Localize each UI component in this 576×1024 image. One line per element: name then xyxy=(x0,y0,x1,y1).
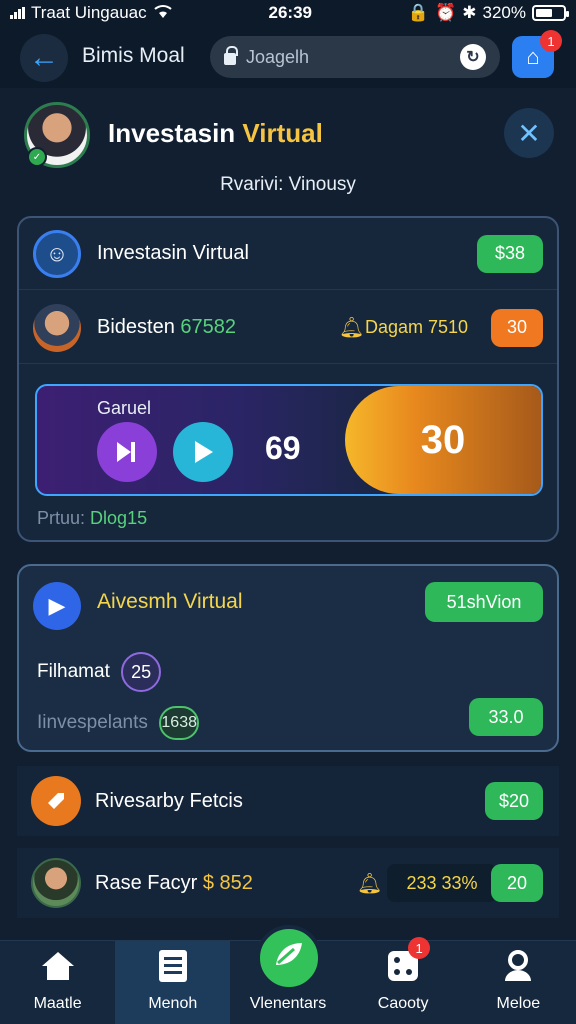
signal-icon xyxy=(10,7,25,19)
home-icon xyxy=(37,945,79,987)
tag-icon xyxy=(31,776,81,826)
reload-icon[interactable]: ↻ xyxy=(460,44,486,70)
card-line: Iinvespelants 1638 xyxy=(37,706,200,740)
nav-title: Bimis Moal xyxy=(82,44,185,67)
bottom-nav: Maatle Menoh Vlenentars 1 Caooty Meloe xyxy=(0,925,576,1024)
list-item[interactable]: Rivesarby Fetcis $20 xyxy=(17,766,559,836)
promo-banner[interactable]: Garuel 69 30 xyxy=(35,384,543,496)
amount-button[interactable]: $38 xyxy=(477,234,543,273)
main-panel: ✓ Investasin Virtual ✕ Rvarivi: Vinousy … xyxy=(0,88,576,940)
clock: 26:39 xyxy=(268,3,312,22)
online-badge-icon: ✓ xyxy=(27,147,47,167)
user-icon xyxy=(497,945,539,987)
bell-icon: 🔔︎ xyxy=(339,317,365,339)
amount-button[interactable]: $20 xyxy=(485,782,543,820)
action-button[interactable]: 51shVion xyxy=(425,582,543,622)
page-subtitle: Rvarivi: Vinousy xyxy=(220,174,356,195)
investment-card: ☺ Investasin Virtual $38 Bidesten 67582 … xyxy=(17,216,559,542)
address-bar[interactable]: Joagelh ↻ xyxy=(210,36,500,78)
lock-icon: 🔒 xyxy=(407,3,430,22)
alert-text: Dagam 7510 xyxy=(365,317,469,337)
tab-activity[interactable]: 1 Caooty xyxy=(346,937,461,1024)
amount-button[interactable]: 20 xyxy=(491,864,543,902)
list-item[interactable]: Bidesten 67582 🔔︎ Dagam 7510 30 xyxy=(19,292,557,364)
amount-button[interactable]: 33.0 xyxy=(469,698,543,736)
store-button[interactable]: ⌂ 1 xyxy=(512,30,562,78)
store-icon: ⌂ xyxy=(526,44,540,69)
arrow-left-icon: ← xyxy=(29,41,59,74)
address-text: Joagelh xyxy=(246,46,310,67)
status-bar: Traat Uingauac 26:39 🔒 ⏰ ✱ 320% xyxy=(0,0,576,26)
wifi-icon xyxy=(153,3,173,24)
percent-badge: 233 33% xyxy=(387,864,497,902)
skip-icon[interactable] xyxy=(97,422,157,482)
virtual-card: ▶ Aivesmh Virtual 51shVion Filhamat 25 I… xyxy=(17,564,559,752)
tab-home[interactable]: Maatle xyxy=(0,941,115,1024)
dice-icon: 1 xyxy=(382,937,431,987)
card-title: Aivesmh Virtual xyxy=(97,590,243,613)
count-badge: 1638 xyxy=(159,706,200,740)
list-item[interactable]: ☺ Investasin Virtual $38 xyxy=(19,218,557,290)
arrow-right-icon: ▶ xyxy=(33,582,81,630)
promo-number: 69 xyxy=(265,430,301,466)
carrier-label: Traat Uingauac xyxy=(31,3,147,22)
tab-menu[interactable]: Menoh xyxy=(115,941,231,1024)
avatar xyxy=(33,303,81,352)
play-icon[interactable] xyxy=(173,422,233,482)
battery-icon xyxy=(531,5,569,21)
notification-badge: 1 xyxy=(408,937,431,959)
back-button[interactable]: ← xyxy=(20,34,68,82)
avatar xyxy=(31,858,81,908)
tab-profile[interactable]: Meloe xyxy=(461,941,576,1024)
count-badge: 25 xyxy=(121,652,162,692)
top-nav: ← Bimis Moal Joagelh ↻ ⌂ 1 xyxy=(0,30,576,86)
promo-value: 30 xyxy=(345,386,541,494)
card-line: Filhamat 25 xyxy=(37,652,162,692)
avatar[interactable]: ✓ xyxy=(24,102,90,168)
center-action-button[interactable] xyxy=(256,925,322,991)
robot-icon: ☺ xyxy=(33,229,81,278)
orange-button[interactable]: 30 xyxy=(491,308,543,347)
page-title: Investasin Virtual xyxy=(108,118,323,148)
close-icon: ✕ xyxy=(517,117,541,149)
close-button[interactable]: ✕ xyxy=(504,108,554,158)
bluetooth-icon: ✱ xyxy=(462,3,477,22)
notification-badge: 1 xyxy=(540,30,562,52)
document-icon xyxy=(152,945,194,987)
bell-icon: 🔔︎ xyxy=(357,872,383,895)
battery-percent: 320% xyxy=(482,3,526,22)
list-item[interactable]: Rase Facyr $ 852 🔔︎ 233 33% 20 xyxy=(17,848,559,918)
padlock-icon xyxy=(224,46,238,65)
leaf-icon xyxy=(272,939,306,977)
card-footer: Prtuu: Dlog15 xyxy=(37,508,148,528)
alarm-icon: ⏰ xyxy=(435,3,457,22)
